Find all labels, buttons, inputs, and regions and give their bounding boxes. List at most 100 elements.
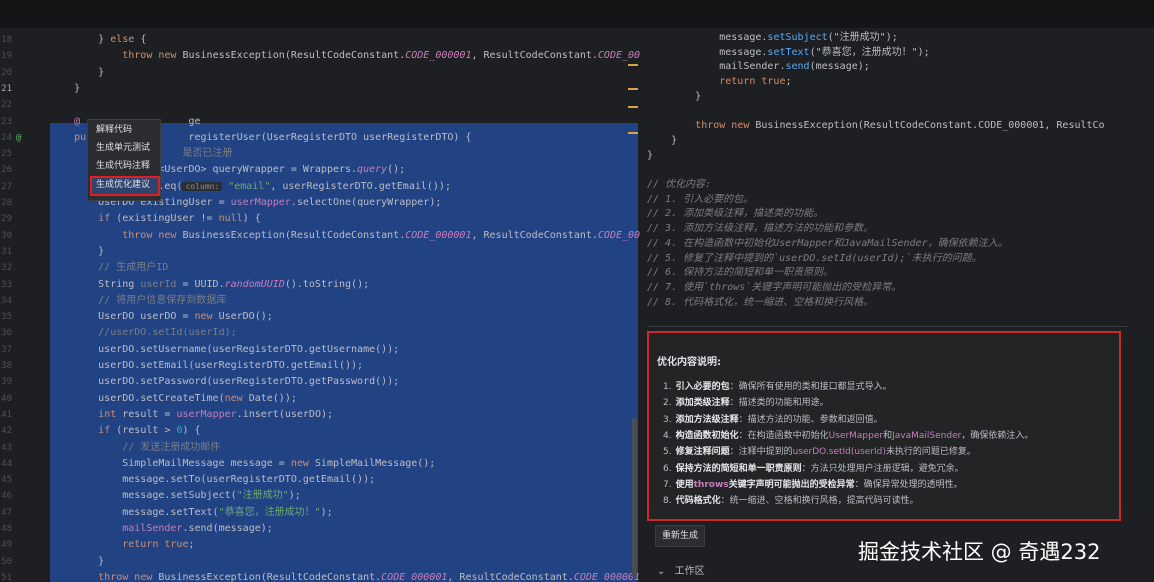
line-number: 43 [1,442,12,453]
code-line[interactable]: 29 if (existingUser != null) { [0,211,640,227]
code-token: // 7. 使用`throws`关键字声明可能抛出的受检异常。 [647,281,902,293]
code-token: } [50,82,81,94]
item-heading: 构造函数初始化 [675,430,739,441]
vertical-scrollbar[interactable] [632,418,637,578]
code-text: } [50,554,104,570]
code-text: SimpleMailMessage message = new SimpleMa… [50,456,435,472]
code-line[interactable]: 44 SimpleMailMessage message = new Simpl… [0,456,640,472]
code-token: JavaMailSender [892,430,962,441]
line-number: 24 [1,132,12,143]
code-text: message.setText("恭喜您，注册成功！"); [50,505,333,521]
line-number: 48 [1,524,12,534]
code-line[interactable]: 42 if (result > 0) { [0,423,640,439]
line-number: 47 [1,507,12,518]
code-token: // 将用户信息保存到数据库 [50,294,227,306]
code-line[interactable]: 48 mailSender.send(message); [0,521,640,537]
override-gutter-icon[interactable]: @ [16,130,21,146]
code-token: query [357,164,388,176]
code-line[interactable]: 41 int result = userMapper.insert(userDO… [0,407,640,423]
code-line[interactable]: 18 } else { [0,32,640,48]
code-token: message.setSubject( [50,490,237,502]
code-line[interactable]: 37 userDO.setUsername(userRegisterDTO.ge… [0,342,640,358]
code-token: ("注册成功"); [827,32,898,43]
code-token: if [98,425,111,437]
code-line[interactable]: 45 message.setTo(userRegisterDTO.getEmai… [0,472,640,488]
code-text: UserDO userDO = new UserDO(); [50,309,273,325]
code-token: // 发送注册成功邮件 [50,441,221,453]
regenerate-button[interactable]: 重新生成 [655,525,705,547]
code-token: randomUUID [224,278,285,290]
code-token: = UUID. [176,278,225,290]
generated-code-line: // 7. 使用`throws`关键字声明可能抛出的受检异常。 [647,280,901,296]
code-line[interactable]: 50 } [0,554,640,570]
code-token: int [98,408,117,420]
menu-item-generate-comments[interactable]: 生成代码注释 [96,158,150,174]
code-token: @ [50,115,81,127]
code-line[interactable]: 35 UserDO userDO = new UserDO(); [0,309,640,325]
code-line[interactable]: 36 //userDO.setId(userId); [0,325,640,341]
code-token: column: [182,181,223,191]
title-bar [0,0,1154,28]
code-line[interactable]: 21 } [0,81,640,97]
code-token: message.setText( [50,506,219,518]
code-line[interactable]: 19 throw new BusinessException(ResultCod… [0,48,640,64]
code-line[interactable]: 22 [0,97,640,113]
code-token: "注册成功" [236,490,289,502]
code-line[interactable]: 33 String userId = UUID.randomUUID().toS… [0,277,640,293]
code-token: mailSender. [647,61,786,73]
code-text: userDO.setEmail(userRegisterDTO.getEmail… [50,358,363,374]
code-line[interactable]: 51 throw new BusinessException(ResultCod… [0,570,640,582]
code-token: new [290,457,309,469]
code-token: send [785,61,810,73]
code-text: } [50,65,104,81]
code-line[interactable]: 40 userDO.setCreateTime(new Date()); [0,391,640,407]
code-line[interactable]: 34 // 将用户信息保存到数据库 [0,293,640,309]
code-text: return true; [50,537,194,553]
generated-code-line: // 6. 保持方法的简短和单一职责原则。 [647,265,833,281]
generated-code-line: message.setText("恭喜您，注册成功！"); [647,45,929,61]
workarea-toggle[interactable]: ⌄ 工作区 [657,562,705,577]
code-token: throw new [122,229,183,241]
line-number: 29 [1,214,12,225]
item-number: 1. [663,382,672,392]
line-number: 51 [1,572,12,582]
menu-item-generate-optimization[interactable]: 生成优化建议 [96,177,150,193]
generated-code-line: // 8. 代码格式化，统一缩进、空格和换行风格。 [647,295,873,311]
code-line[interactable]: 43 // 发送注册成功邮件 [0,440,640,456]
code-token: new [194,311,213,323]
code-line[interactable]: 47 message.setText("恭喜您，注册成功！"); [0,505,640,521]
code-editor[interactable]: 18 } else {19 throw new BusinessExceptio… [0,28,640,582]
code-token: SimpleMailMessage(); [308,457,436,469]
code-token: // 生成用户ID [50,262,169,274]
code-line[interactable]: 30 throw new BusinessException(ResultCod… [0,228,640,244]
item-description: ：统一缩进、空格和换行风格，提高代码可读性。 [720,496,919,507]
summary-list-item: 1. 引入必要的包：确保所有使用的类和接口都显式导入。 [663,379,892,392]
code-token: , userRegisterDTO.getEmail()); [270,180,451,192]
code-token: // 3. 添加方法级注释，描述方法的功能和参数。 [647,223,874,235]
code-text: if (existingUser != null) { [50,211,261,227]
line-number: 40 [1,393,12,404]
code-token: // 6. 保持方法的简短和单一职责原则。 [647,267,834,279]
code-line[interactable]: 39 userDO.setPassword(userRegisterDTO.ge… [0,374,640,390]
item-description: ：描述方法的功能、参数和返回值。 [738,414,883,425]
code-token: pu [50,131,87,143]
code-line[interactable]: 46 message.setSubject("注册成功"); [0,488,640,504]
code-line[interactable]: 20 } [0,65,640,81]
line-number: 41 [1,409,12,420]
generated-code-line: // 5. 修复了注释中提到的`userDO.setId(userId);`未执… [647,251,982,267]
code-line[interactable]: 32 // 生成用户ID [0,260,640,276]
code-text: // 发送注册成功邮件 [50,440,220,456]
code-line[interactable]: 49 return true; [0,537,640,553]
menu-item-generate-unit-test[interactable]: 生成单元测试 [96,140,150,156]
generated-code-line: // 2. 添加类级注释，描述类的功能。 [647,206,823,222]
code-token: ); [320,506,333,518]
code-token: "email" [222,180,271,192]
code-line[interactable]: 38 userDO.setEmail(userRegisterDTO.getEm… [0,358,640,374]
menu-item-explain-code[interactable]: 解释代码 [96,122,132,138]
code-line[interactable]: 31 } [0,244,640,260]
code-token: userDO.setPassword(userRegisterDTO.getPa… [50,376,400,388]
item-heading: 代码格式化 [675,496,721,507]
